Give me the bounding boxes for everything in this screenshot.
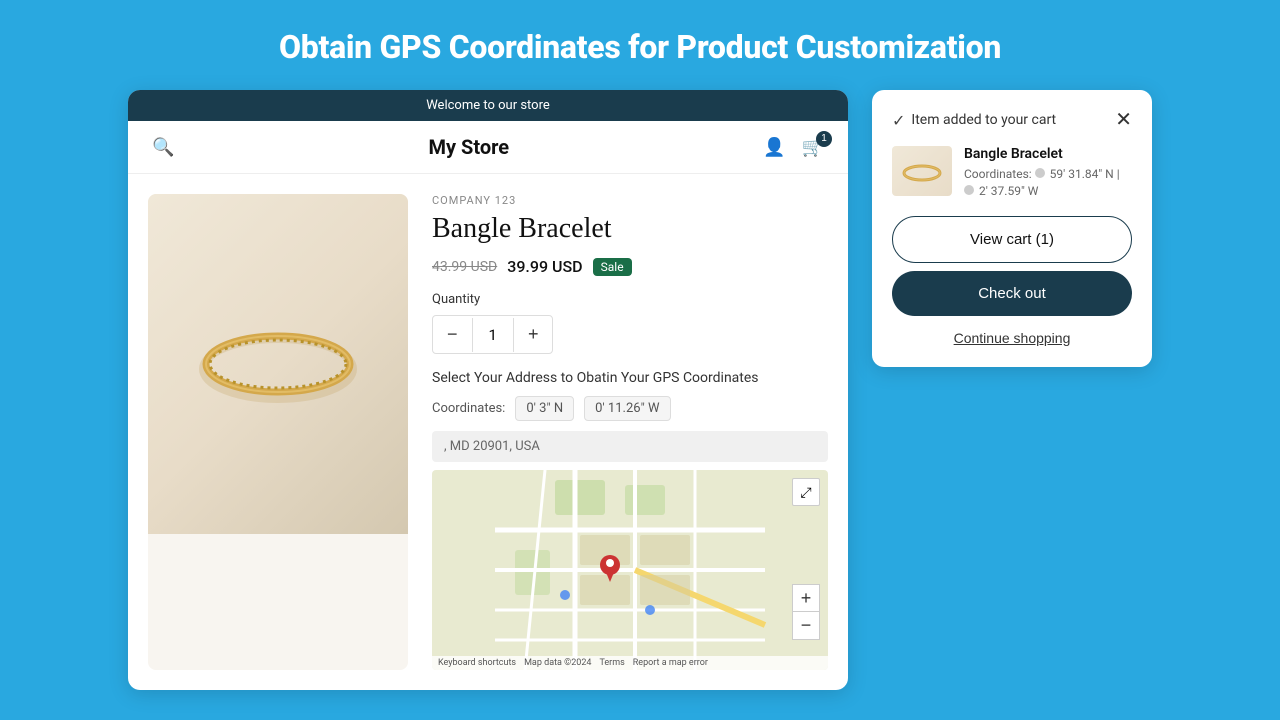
coord-lng: 0' 11.26" W <box>584 396 670 421</box>
address-bar: , MD 20901, USA <box>432 431 828 462</box>
quantity-label: Quantity <box>432 292 828 307</box>
cart-popup-header: ✓ Item added to your cart ✕ <box>892 110 1132 130</box>
price-row: 43.99 USD 39.99 USD Sale <box>432 257 828 276</box>
product-info: COMPANY 123 Bangle Bracelet 43.99 USD 39… <box>432 194 828 670</box>
qty-value: 1 <box>472 318 514 352</box>
map-report-label: Report a map error <box>633 658 708 668</box>
map-expand-button[interactable]: ⤢ <box>792 478 820 506</box>
cart-button[interactable]: 🛒 1 <box>802 137 824 158</box>
continue-shopping-button[interactable]: Continue shopping <box>892 330 1132 346</box>
map-container[interactable]: ⤢ + − Keyboard shortcuts Map data ©2024 … <box>432 470 828 670</box>
cart-thumb-svg <box>897 151 947 191</box>
map-svg <box>432 470 828 670</box>
cart-added-message: ✓ Item added to your cart <box>892 111 1056 130</box>
coordinates-row: Coordinates: 0' 3" N 0' 11.26" W <box>432 396 828 421</box>
search-icon: 🔍 <box>152 137 174 157</box>
cart-item-name: Bangle Bracelet <box>964 146 1132 162</box>
cart-coords-label: Coordinates: <box>964 167 1032 181</box>
cart-badge: 1 <box>816 131 832 147</box>
product-image-container <box>148 194 408 670</box>
map-keyboard-label: Keyboard shortcuts <box>438 658 516 668</box>
price-sale: 39.99 USD <box>507 257 582 276</box>
cart-item-info: Bangle Bracelet Coordinates: 59' 31.84" … <box>964 146 1132 200</box>
cart-item-thumbnail <box>892 146 952 196</box>
cart-coord-dot-1 <box>1035 168 1045 178</box>
banner-text: Welcome to our store <box>426 98 550 113</box>
quantity-control: − 1 + <box>432 315 553 354</box>
sale-badge: Sale <box>593 258 632 276</box>
qty-plus-button[interactable]: + <box>514 316 553 353</box>
search-button[interactable]: 🔍 <box>152 137 174 158</box>
cart-coord-lat: 59' 31.84" N | <box>1050 167 1120 181</box>
coordinates-label: Coordinates: <box>432 401 505 416</box>
qty-minus-button[interactable]: − <box>433 316 472 353</box>
map-zoom-controls: + − <box>792 584 820 640</box>
store-body: COMPANY 123 Bangle Bracelet 43.99 USD 39… <box>128 174 848 690</box>
header-icons: 👤 🛒 1 <box>763 137 824 158</box>
cart-coord-lng: 2' 37.59" W <box>979 184 1038 198</box>
bangle-svg <box>178 264 378 464</box>
address-section-label: Select Your Address to Obatin Your GPS C… <box>432 370 828 386</box>
map-footer: Keyboard shortcuts Map data ©2024 Terms … <box>432 656 828 670</box>
cart-coord-dot-2 <box>964 185 974 195</box>
view-cart-button[interactable]: View cart (1) <box>892 216 1132 263</box>
page-title: Obtain GPS Coordinates for Product Custo… <box>279 28 1001 66</box>
store-logo: My Store <box>428 135 509 159</box>
cart-popup: ✓ Item added to your cart ✕ Bangle Brace… <box>872 90 1152 367</box>
cart-item: Bangle Bracelet Coordinates: 59' 31.84" … <box>892 146 1132 200</box>
added-text: Item added to your cart <box>911 112 1056 128</box>
map-zoom-out-button[interactable]: − <box>792 612 820 640</box>
product-title: Bangle Bracelet <box>432 213 828 245</box>
product-image <box>148 194 408 534</box>
store-panel: Welcome to our store 🔍 My Store 👤 🛒 1 <box>128 90 848 690</box>
close-icon: ✕ <box>1115 109 1132 131</box>
coord-lat: 0' 3" N <box>515 396 574 421</box>
store-header: 🔍 My Store 👤 🛒 1 <box>128 121 848 174</box>
price-original: 43.99 USD <box>432 259 497 275</box>
checkout-button[interactable]: Check out <box>892 271 1132 316</box>
cart-item-coords: Coordinates: 59' 31.84" N | 2' 37.59" W <box>964 166 1132 200</box>
check-icon: ✓ <box>892 111 905 130</box>
map-terms-label: Terms <box>599 658 624 668</box>
map-data-label: Map data ©2024 <box>524 658 591 668</box>
company-name: COMPANY 123 <box>432 194 828 207</box>
map-zoom-in-button[interactable]: + <box>792 584 820 612</box>
store-banner: Welcome to our store <box>128 90 848 121</box>
close-button[interactable]: ✕ <box>1115 110 1132 130</box>
expand-icon: ⤢ <box>800 484 811 501</box>
user-button[interactable]: 👤 <box>763 137 785 158</box>
user-icon: 👤 <box>763 137 785 157</box>
